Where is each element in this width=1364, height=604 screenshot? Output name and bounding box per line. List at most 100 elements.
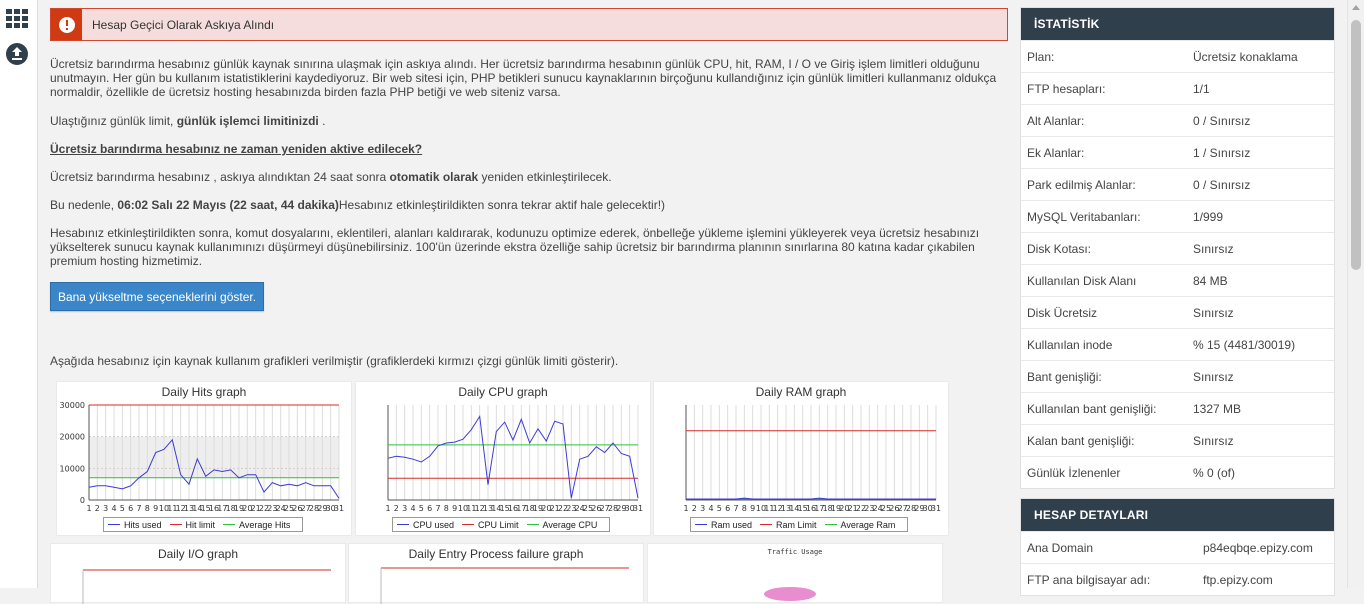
legend-label: CPU Limit xyxy=(478,519,519,530)
y-tick-label: 30000 xyxy=(60,401,85,410)
stat-label: Kullanılan inode xyxy=(1027,337,1113,352)
x-tick-label: 31 xyxy=(334,504,344,513)
auto-suffix: yeniden etkinleştirilecek. xyxy=(478,170,612,184)
auto-reactivation-text: Ücretsiz barındırma hesabınız , askıya a… xyxy=(50,170,1008,184)
stat-row: Günlük İzlenenler % 0 (of) xyxy=(1021,456,1334,488)
x-tick-label: 9 xyxy=(750,504,755,513)
upload-icon[interactable] xyxy=(5,42,29,66)
stat-value: 1327 MB xyxy=(1193,401,1242,416)
x-tick-label: 7 xyxy=(733,504,738,513)
daily-entry-process-graph: Daily Entry Process failure graph xyxy=(348,543,644,604)
time-suffix: Hesabınız etkinleştirildikten sonra tekr… xyxy=(338,198,666,212)
stat-label: Disk Kotası: xyxy=(1027,241,1092,256)
x-tick-label: 1 xyxy=(385,504,390,513)
optimization-advice: Hesabınız etkinleştirildikten sonra, kom… xyxy=(50,226,980,268)
x-tick-label: 4 xyxy=(111,504,116,513)
stat-value: 1/1 xyxy=(1193,81,1210,96)
reactivation-time-text: Bu nedenle, 06:02 Salı 22 Mayıs (22 saat… xyxy=(50,198,1008,212)
stat-value: Sınırsız xyxy=(1193,241,1234,256)
statistics-panel: İSTATİSTİK Plan: Ücretsiz konaklama FTP he… xyxy=(1020,7,1335,489)
legend-item: CPU used xyxy=(397,520,454,530)
limit-suffix: . xyxy=(318,114,326,128)
legend-item: Hit limit xyxy=(169,520,215,530)
x-tick-label: 8 xyxy=(742,504,747,513)
account-rows: Ana Domain p84eqbqe.epizy.com FTP ana bilg… xyxy=(1021,531,1334,595)
graphs-intro: Aşağıda hesabınız için kaynak kullanım g… xyxy=(50,354,619,368)
legend-item: Hits used xyxy=(108,520,162,530)
stat-label: Kalan bant genişliği: xyxy=(1027,433,1135,448)
suspension-explanation: Ücretsiz barındırma hesabınız günlük kay… xyxy=(50,57,997,99)
stat-row: Ana Domain p84eqbqe.epizy.com xyxy=(1021,531,1334,563)
alert-title: Hesap Geçici Olarak Askıya Alındı xyxy=(92,17,275,32)
stat-row: Kalan bant genişliği: Sınırsız xyxy=(1021,424,1334,456)
suspension-alert: Hesap Geçici Olarak Askıya Alındı xyxy=(50,8,1008,41)
stat-value: p84eqbqe.epizy.com xyxy=(1203,540,1313,555)
stat-value: Sınırsız xyxy=(1193,305,1234,320)
x-tick-label: 6 xyxy=(128,504,133,513)
stat-label: FTP hesapları: xyxy=(1027,81,1106,96)
cpu-legend: CPU used CPU Limit Average CPU xyxy=(392,517,611,532)
stat-row: Disk Ücretsiz Sınırsız xyxy=(1021,296,1334,328)
auto-prefix: Ücretsiz barındırma hesabınız , askıya a… xyxy=(50,170,390,184)
stat-label: Kullanılan Disk Alanı xyxy=(1027,273,1137,288)
stat-label: Park edilmiş Alanlar: xyxy=(1027,177,1136,192)
legend-label: Average CPU xyxy=(542,519,598,530)
legend-item: Average Hits xyxy=(223,520,290,530)
stat-label: Ana Domain xyxy=(1027,540,1094,555)
stat-row: Kullanılan bant genişliği: 1327 MB xyxy=(1021,392,1334,424)
stat-value: Ücretsiz konaklama xyxy=(1193,49,1298,64)
stat-row: Ek Alanlar: 1 / Sınırsız xyxy=(1021,136,1334,168)
scrollbar-thumb[interactable] xyxy=(1351,20,1361,270)
x-tick-label: 4 xyxy=(410,504,415,513)
x-tick-label: 6 xyxy=(725,504,730,513)
scroll-up-arrow[interactable] xyxy=(1352,5,1360,10)
x-tick-label: 9 xyxy=(153,504,158,513)
stat-label: Alt Alanlar: xyxy=(1027,113,1085,128)
traffic-pie-slice xyxy=(764,587,816,601)
legend-label: Average Hits xyxy=(239,519,291,530)
stat-row: Plan: Ücretsiz konaklama xyxy=(1021,40,1334,72)
stat-value: 0 / Sınırsız xyxy=(1193,113,1251,128)
y-tick-label: 20000 xyxy=(60,433,85,442)
x-tick-label: 9 xyxy=(452,504,457,513)
x-tick-label: 8 xyxy=(145,504,150,513)
traffic-usage-graph: Traffic Usage xyxy=(647,543,943,603)
legend-label: Ram Limit xyxy=(776,519,817,530)
x-tick-label: 2 xyxy=(95,504,100,513)
stat-label: Kullanılan bant genişliği: xyxy=(1027,401,1157,416)
daily-ram-chart: 1 2 3 4 5 6 7 8 9 1011121314151617181920212223242… xyxy=(683,405,941,513)
upgrade-options-button[interactable]: Bana yükseltme seçeneklerini göster. xyxy=(50,282,264,311)
daily-ram-graph: 1 2 3 4 5 6 7 8 9 10 11 12 13 14 15 16 17 18 19 20 21 22 23 24 2… xyxy=(653,381,949,536)
limit-reached-text: Ulaştığınız günlük limit, günlük işlemci… xyxy=(50,114,1008,128)
stat-value: ftp.epizy.com xyxy=(1203,572,1273,587)
x-tick-label: 8 xyxy=(444,504,449,513)
stat-value: 84 MB xyxy=(1193,273,1228,288)
x-tick-label: 31 xyxy=(633,504,643,513)
page-scrollbar[interactable] xyxy=(1347,0,1364,588)
x-tick-label: 3 xyxy=(402,504,407,513)
x-tick-label: 5 xyxy=(419,504,424,513)
apps-grid-icon[interactable] xyxy=(5,6,29,30)
daily-entry-process-chart xyxy=(380,567,629,604)
reactivation-time: 06:02 Salı 22 Mayıs (22 saat, 44 dakika) xyxy=(117,198,339,212)
time-prefix: Bu nedenle, xyxy=(50,198,118,212)
x-tick-label: 3 xyxy=(700,504,705,513)
account-details-panel: HESAP DETAYLARI Ana Domain p84eqbqe.epizy… xyxy=(1020,498,1335,596)
x-tick-label: 4 xyxy=(708,504,713,513)
alert-icon-box xyxy=(51,9,82,40)
reactivation-heading: Ücretsiz barındırma hesabınız ne zaman y… xyxy=(50,142,1008,156)
ram-legend: Ram used Ram Limit Average Ram xyxy=(690,517,909,532)
stat-row: Alt Alanlar: 0 / Sınırsız xyxy=(1021,104,1334,136)
x-tick-label: 3 xyxy=(103,504,108,513)
warning-icon xyxy=(58,16,75,33)
traffic-usage-chart xyxy=(764,587,816,601)
x-tick-label: 1 xyxy=(683,504,688,513)
x-tick-label: 6 xyxy=(427,504,432,513)
x-tick-label: 1 xyxy=(86,504,91,513)
daily-io-graph: Daily I/O graph xyxy=(50,543,346,604)
stat-value: Sınırsız xyxy=(1193,433,1234,448)
daily-hits-graph: 30000 20000 10000 0 1 2 3 4 5 6 7 8 9 10 11 12 13 14 15 16 1… xyxy=(56,381,352,536)
legend-label: Ram used xyxy=(711,519,753,530)
stat-row: FTP ana bilgisayar adı: ftp.epizy.com xyxy=(1021,563,1334,595)
daily-cpu-chart: 1 2 3 4 5 6 7 8 9 1011121314151617181920212223242… xyxy=(385,405,643,513)
